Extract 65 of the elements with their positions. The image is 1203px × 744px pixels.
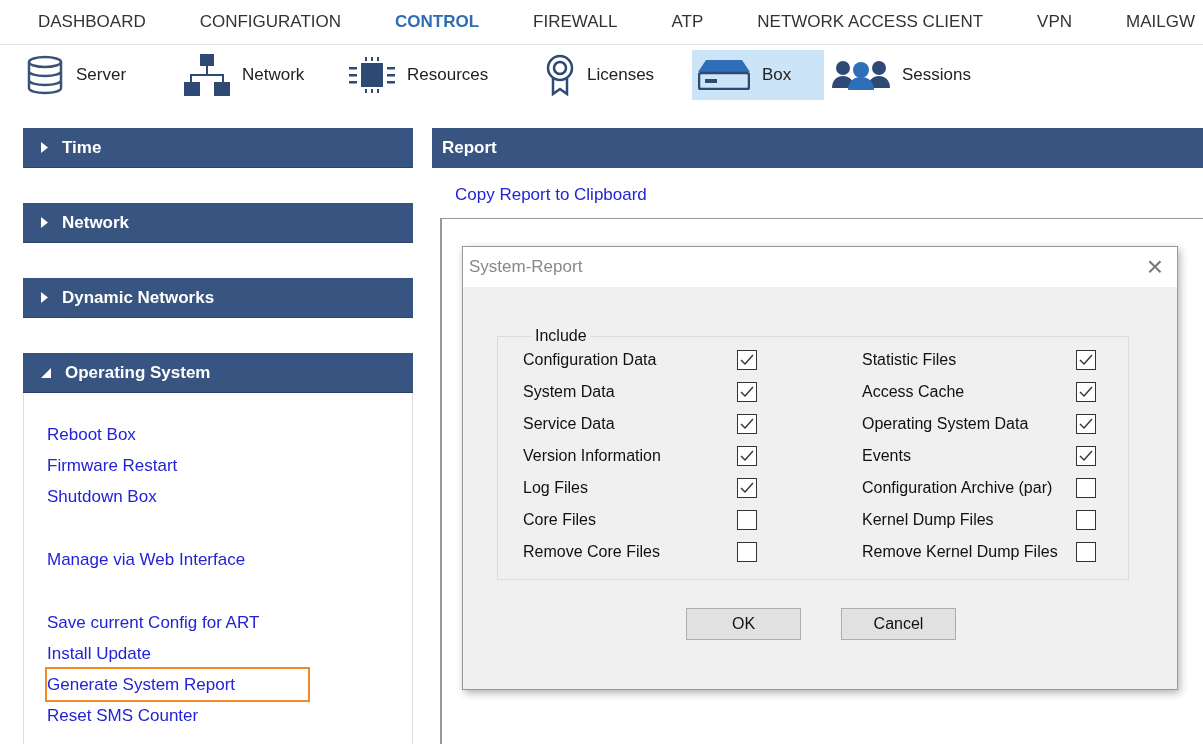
chip-icon	[349, 57, 395, 93]
expand-icon	[41, 142, 48, 153]
nav-tab[interactable]: FIREWALL	[533, 10, 618, 34]
dialog-button[interactable]: OK	[686, 608, 801, 640]
option-label: Remove Kernel Dump Files	[862, 542, 1059, 562]
checkbox[interactable]	[1076, 350, 1096, 370]
section-header[interactable]: Dynamic Networks	[23, 278, 413, 318]
section-header[interactable]: Time	[23, 128, 413, 168]
option-label: Version Information	[523, 446, 662, 466]
copy-link[interactable]: Copy Report to Clipboard	[455, 184, 647, 206]
nav-tab[interactable]: CONFIGURATION	[199, 10, 342, 34]
toolbar-button[interactable]: Server	[20, 50, 178, 100]
checkbox[interactable]	[1076, 478, 1096, 498]
section-header[interactable]: Operating System	[23, 353, 413, 393]
checkbox[interactable]	[737, 446, 757, 466]
toolbar-button[interactable]: Resources	[343, 50, 539, 100]
network-icon	[184, 54, 230, 96]
nav-tab[interactable]: DASHBOARD	[38, 10, 146, 34]
checkbox[interactable]	[1076, 414, 1096, 434]
option-label: Events	[862, 446, 912, 466]
option-label: Log Files	[523, 478, 589, 498]
checkbox[interactable]	[1076, 446, 1096, 466]
option-label: Remove Core Files	[523, 542, 661, 562]
checkbox[interactable]	[1076, 510, 1096, 530]
nav-tab[interactable]: CONTROL	[395, 10, 480, 34]
toolbar-button[interactable]: Sessions	[824, 50, 984, 100]
option-label: Kernel Dump Files	[862, 510, 995, 530]
checkbox[interactable]	[737, 382, 757, 402]
checkbox[interactable]	[1076, 382, 1096, 402]
checkbox[interactable]	[737, 542, 757, 562]
badge-icon	[545, 54, 575, 96]
checkbox[interactable]	[1076, 542, 1096, 562]
nav-tab[interactable]: VPN	[1037, 10, 1073, 34]
expand-icon	[41, 217, 48, 228]
option-label: Configuration Data	[523, 350, 658, 370]
panel-title: Report	[442, 138, 497, 158]
option-label: Core Files	[523, 510, 597, 530]
collapse-icon	[41, 367, 51, 378]
toolbar-button[interactable]: Network	[178, 50, 343, 100]
toolbar-button[interactable]: Licenses	[539, 50, 692, 100]
option-label: Service Data	[523, 414, 616, 434]
checkbox[interactable]	[737, 478, 757, 498]
device-icon	[698, 60, 750, 90]
option-label: Operating System Data	[862, 414, 1030, 434]
option-label: Configuration Archive (par)	[862, 478, 1054, 498]
sidebar-link[interactable]: Generate System Report	[45, 667, 311, 702]
option-label: Access Cache	[862, 382, 966, 402]
group-title: Include	[534, 327, 588, 345]
users-icon	[832, 60, 890, 90]
option-label: System Data	[523, 382, 616, 402]
section-header[interactable]: Network	[23, 203, 413, 243]
option-label: Statistic Files	[862, 350, 958, 370]
nav-tab[interactable]: NETWORK ACCESS CLIENT	[757, 10, 984, 34]
toolbar-button[interactable]: Box	[692, 50, 824, 100]
nav-tab[interactable]: ATP	[671, 10, 704, 34]
sidebar-link[interactable]: Manage via Web Interface	[45, 542, 258, 577]
database-icon	[26, 55, 64, 95]
checkbox[interactable]	[737, 414, 757, 434]
dialog-button[interactable]: Cancel	[841, 608, 956, 640]
close-button[interactable]: ×	[1142, 253, 1167, 281]
checkbox[interactable]	[737, 350, 757, 370]
checkbox[interactable]	[737, 510, 757, 530]
expand-icon	[41, 292, 48, 303]
dialog-title: System-Report	[469, 257, 583, 277]
nav-tab[interactable]: MAILGW	[1126, 10, 1195, 34]
